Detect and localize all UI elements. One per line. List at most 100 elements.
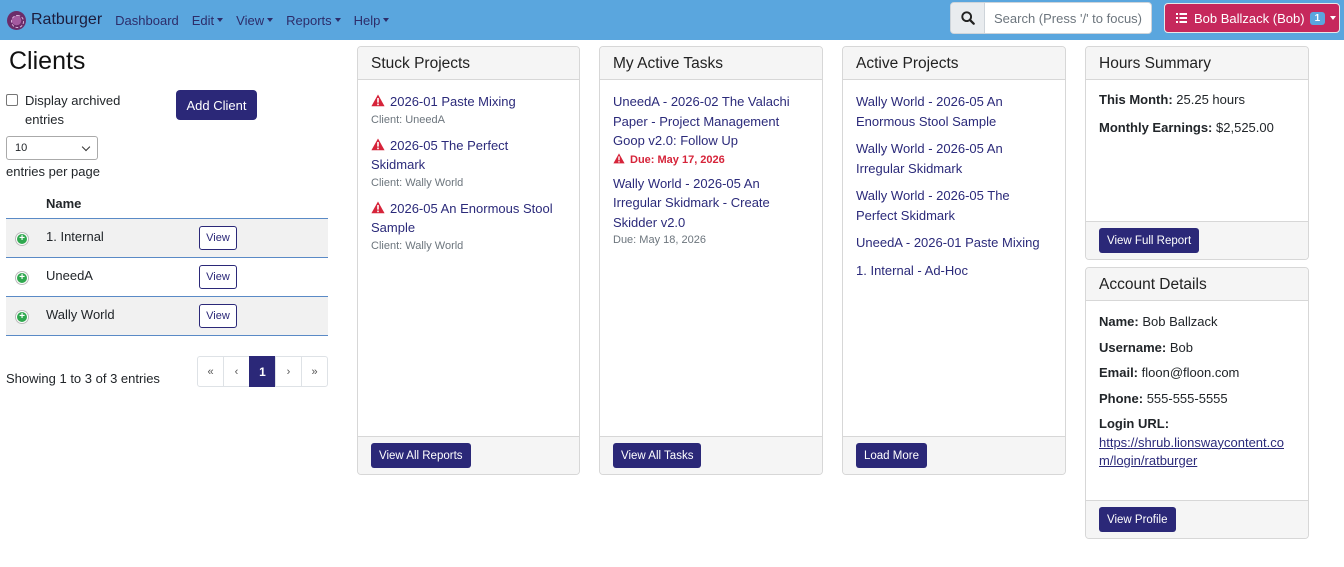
search-box: [950, 2, 1152, 34]
list-item: 1. Internal - Ad-Hoc: [856, 261, 1052, 281]
list-item: 2026-01 Paste Mixing Client: UneedA: [371, 92, 566, 128]
account-phone-row: Phone: 555-555-5555: [1099, 390, 1295, 409]
list-item: Wally World - 2026-05 The Perfect Skidma…: [856, 186, 1052, 225]
warning-icon: [613, 152, 625, 163]
project-link[interactable]: UneedA - 2026-01 Paste Mixing: [856, 235, 1040, 250]
warning-icon: [371, 94, 385, 107]
archived-label: Display archived entries: [25, 93, 121, 127]
nav-dashboard[interactable]: Dashboard: [115, 13, 179, 28]
pager-prev[interactable]: ‹: [223, 356, 250, 387]
stuck-project-name: 2026-05 An Enormous Stool Sample: [371, 200, 553, 236]
card-footer: View All Tasks: [600, 436, 822, 474]
column-header-name[interactable]: Name: [46, 196, 81, 211]
stuck-project-name: 2026-01 Paste Mixing: [390, 94, 516, 109]
caret-down-icon: [267, 18, 274, 22]
nav-help-menu[interactable]: Help: [354, 13, 390, 28]
active-projects-card: Active Projects Wally World - 2026-05 An…: [842, 46, 1066, 475]
account-phone-label: Phone:: [1099, 390, 1144, 406]
task-due-overdue: Due: May 17, 2026: [613, 152, 809, 166]
brand-name: Ratburger: [31, 11, 103, 28]
view-profile-button[interactable]: View Profile: [1099, 507, 1176, 532]
account-name-value: Bob Ballzack: [1142, 314, 1218, 329]
pager-next[interactable]: ›: [275, 356, 302, 387]
view-full-report-button[interactable]: View Full Report: [1099, 228, 1200, 253]
task-link[interactable]: Wally World - 2026-05 An Irregular Skidm…: [613, 176, 770, 230]
project-link[interactable]: Wally World - 2026-05 The Perfect Skidma…: [856, 188, 1010, 223]
project-link[interactable]: 1. Internal - Ad-Hoc: [856, 263, 968, 278]
task-link[interactable]: UneedA - 2026-02 The Valachi Paper - Pro…: [613, 94, 790, 148]
list-item: Wally World - 2026-05 An Enormous Stool …: [856, 92, 1052, 131]
pager-last[interactable]: »: [301, 356, 328, 387]
list-item: 2026-05 An Enormous Stool Sample Client:…: [371, 199, 566, 254]
project-link[interactable]: Wally World - 2026-05 An Irregular Skidm…: [856, 141, 1003, 176]
add-client-button[interactable]: Add Client: [176, 90, 257, 120]
caret-down-icon: [1330, 16, 1337, 20]
login-url-link[interactable]: https://shrub.lionswaycontent.com/login/…: [1099, 435, 1284, 469]
search-button[interactable]: [951, 3, 985, 33]
page-title: Clients: [9, 47, 86, 75]
per-page-label: entries per page: [6, 164, 100, 179]
list-item: UneedA - 2026-01 Paste Mixing: [856, 233, 1052, 253]
user-menu-button[interactable]: Bob Ballzack (Bob) 1: [1164, 3, 1340, 33]
pager-first[interactable]: «: [197, 356, 224, 387]
account-name-row: Name: Bob Ballzack: [1099, 313, 1295, 332]
pagination: « ‹ 1 › »: [197, 356, 328, 387]
account-username-value: Bob: [1169, 339, 1193, 355]
search-input[interactable]: [985, 3, 1151, 33]
this-month-label: This Month:: [1099, 92, 1173, 107]
archived-checkbox[interactable]: [6, 94, 18, 106]
account-username-label: Username:: [1099, 339, 1167, 355]
view-client-button[interactable]: View: [199, 226, 237, 250]
view-client-button[interactable]: View: [199, 265, 237, 289]
load-more-button[interactable]: Load More: [856, 443, 927, 468]
account-username-row: Username: Bob: [1099, 339, 1295, 358]
brand-logo-icon: [7, 10, 26, 30]
search-icon: [960, 11, 975, 25]
client-name: UneedA: [46, 268, 93, 283]
view-client-button[interactable]: View: [199, 304, 237, 328]
nav-reports-label: Reports: [286, 12, 332, 28]
notification-badge: 1: [1309, 11, 1326, 25]
view-all-reports-button[interactable]: View All Reports: [371, 443, 471, 468]
stuck-project-name: 2026-05 The Perfect Skidmark: [371, 137, 509, 173]
this-month-value: 25.25 hours: [1176, 92, 1245, 107]
nav-view-menu[interactable]: View: [236, 13, 274, 28]
earnings-label: Monthly Earnings:: [1099, 120, 1213, 135]
stuck-project-link[interactable]: 2026-01 Paste Mixing: [371, 94, 516, 109]
account-name-label: Name:: [1099, 314, 1139, 329]
card-body: Name: Bob Ballzack Username: Bob Email: …: [1086, 301, 1308, 483]
table-row: + 1. Internal View: [6, 219, 328, 258]
table-row: + Wally World View: [6, 297, 328, 336]
stuck-projects-card: Stuck Projects 2026-01 Paste Mixing Clie…: [357, 46, 580, 475]
expand-row-icon[interactable]: +: [16, 233, 28, 245]
stuck-project-link[interactable]: 2026-05 The Perfect Skidmark: [371, 138, 508, 173]
nav-reports-menu[interactable]: Reports: [286, 13, 341, 28]
card-title: Account Details: [1086, 268, 1308, 301]
archived-toggle[interactable]: Display archived entries: [6, 91, 146, 129]
warning-icon: [371, 138, 385, 150]
expand-row-icon[interactable]: +: [16, 272, 28, 284]
card-body: UneedA - 2026-02 The Valachi Paper - Pro…: [600, 80, 822, 268]
stuck-project-link[interactable]: 2026-05 An Enormous Stool Sample: [371, 201, 553, 236]
list-item: UneedA - 2026-02 The Valachi Paper - Pro…: [613, 92, 809, 166]
table-header: Name: [6, 190, 328, 219]
list-item: Wally World - 2026-05 An Irregular Skidm…: [856, 139, 1052, 178]
client-name: 1. Internal: [46, 229, 104, 244]
pager-page-1[interactable]: 1: [249, 356, 276, 387]
brand[interactable]: Ratburger: [7, 10, 103, 30]
expand-row-icon[interactable]: +: [16, 311, 28, 323]
client-label: Client: Wally World: [371, 176, 464, 189]
card-title: Stuck Projects: [358, 47, 579, 80]
view-all-tasks-button[interactable]: View All Tasks: [613, 443, 702, 468]
hours-summary-card: Hours Summary This Month: 25.25 hours Mo…: [1085, 46, 1309, 260]
card-footer: View All Reports: [358, 436, 579, 474]
account-url-label: Login URL:: [1099, 416, 1170, 431]
card-title: Active Projects: [843, 47, 1065, 80]
nav-edit-menu[interactable]: Edit: [192, 13, 224, 28]
account-email-label: Email:: [1099, 365, 1139, 380]
card-title: My Active Tasks: [600, 47, 822, 80]
entries-per-page-select[interactable]: 10: [6, 136, 98, 160]
nav-help-label: Help: [353, 12, 381, 28]
table-row: + UneedA View: [6, 258, 328, 297]
project-link[interactable]: Wally World - 2026-05 An Enormous Stool …: [856, 94, 1003, 129]
